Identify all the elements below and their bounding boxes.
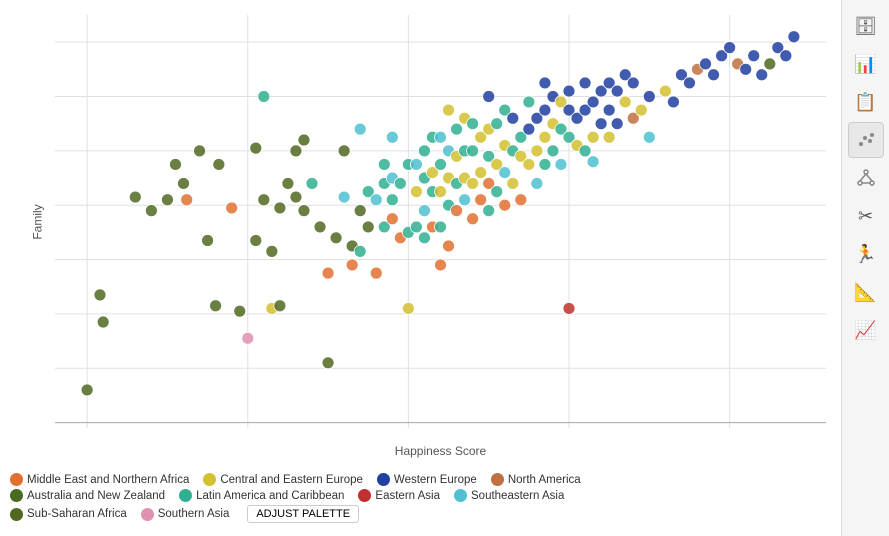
legend-label: Eastern Asia [375, 490, 440, 502]
legend-row-1: Australia and New Zealand Latin America a… [10, 489, 831, 502]
legend-label: Australia and New Zealand [27, 490, 165, 502]
line-chart-button[interactable]: 📈 [848, 312, 884, 348]
legend-label: Latin America and Caribbean [196, 490, 344, 502]
legend-row-0: Middle East and Northern Africa Central a… [10, 473, 831, 486]
legend-dot [179, 489, 192, 502]
legend-item: North America [491, 473, 581, 486]
legend-item: Southeastern Asia [454, 489, 564, 502]
legend-label: Western Europe [394, 474, 477, 486]
legend-item: Western Europe [377, 473, 477, 486]
run-button[interactable]: 🏃 [848, 236, 884, 272]
legend-label: Middle East and Northern Africa [27, 474, 189, 486]
network-icon [856, 168, 876, 188]
table-button[interactable]: 📋 [848, 84, 884, 120]
legend-item: Australia and New Zealand [10, 489, 165, 502]
legend-dot [203, 473, 216, 486]
legend-item: Latin America and Caribbean [179, 489, 344, 502]
measure-button[interactable]: 📐 [848, 274, 884, 310]
legend-dot [141, 508, 154, 521]
legend-label: Southeastern Asia [471, 490, 564, 502]
chart-area: Family 00.20.40.60.811.21.434567 Happine… [10, 10, 831, 526]
adjust-palette-button[interactable]: ADJUST PALETTE [247, 505, 359, 523]
legend-label: Sub-Saharan Africa [27, 508, 127, 520]
scissors-button[interactable]: ✂ [848, 198, 884, 234]
scatter-icon [856, 130, 876, 150]
database-button[interactable]: 🗄 [848, 8, 884, 44]
legend-dot [454, 489, 467, 502]
legend-item: Southern Asia [141, 508, 230, 521]
legend-row-2: Sub-Saharan Africa Southern Asia ADJUST PA… [10, 505, 831, 523]
legend-dot [10, 473, 23, 486]
legend-area: Middle East and Northern Africa Central a… [10, 468, 831, 526]
legend-dot [10, 508, 23, 521]
legend-item: Central and Eastern Europe [203, 473, 363, 486]
legend-dot [10, 489, 23, 502]
legend-item: Eastern Asia [358, 489, 440, 502]
legend-label: Southern Asia [158, 508, 230, 520]
legend-item: Sub-Saharan Africa [10, 508, 127, 521]
legend-label: Central and Eastern Europe [220, 474, 363, 486]
legend-item: Middle East and Northern Africa [10, 473, 189, 486]
legend-dot [377, 473, 390, 486]
x-axis-label: Happiness Score [55, 444, 826, 458]
legend-dot [358, 489, 371, 502]
bar-chart-button[interactable]: 📊 [848, 46, 884, 82]
network-button[interactable] [848, 160, 884, 196]
sidebar: 🗄 📊 📋 ✂ 🏃 📐 📈 [841, 0, 889, 536]
legend-label: North America [508, 474, 581, 486]
legend-dot [491, 473, 504, 486]
y-axis-label: Family [31, 204, 45, 239]
main-content: Family 00.20.40.60.811.21.434567 Happine… [0, 0, 841, 536]
scatter-plot: 00.20.40.60.811.21.434567 [55, 15, 826, 428]
scatter-button[interactable] [848, 122, 884, 158]
